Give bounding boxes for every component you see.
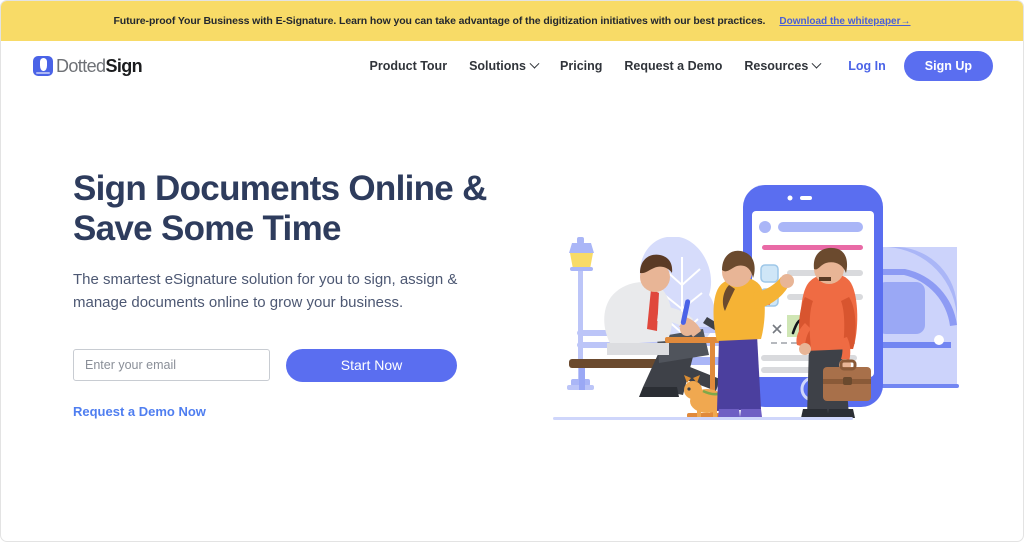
hero-copy: Sign Documents Online & Save Some Time T… — [1, 169, 501, 421]
hero-illustration-svg — [553, 185, 959, 420]
nav-label: Request a Demo — [624, 59, 723, 73]
nav-item-request-a-demo[interactable]: Request a Demo — [624, 59, 722, 73]
sign-up-button[interactable]: Sign Up — [903, 51, 993, 81]
promo-banner-text: Future-proof Your Business with E-Signat… — [113, 15, 766, 27]
nav-label: Pricing — [560, 59, 603, 73]
nav-label: Product Tour — [369, 59, 448, 73]
nav-item-product-tour[interactable]: Product Tour — [370, 59, 448, 73]
esignature-hero-illustration — [501, 169, 1023, 422]
auth-actions: Log In Sign Up — [848, 51, 993, 81]
log-in-link[interactable]: Log In — [848, 59, 886, 73]
hero-subtitle: The smartest eSignature solution for you… — [73, 271, 458, 312]
start-now-button[interactable]: Start Now — [286, 348, 457, 382]
email-input[interactable] — [73, 349, 270, 382]
nav-label: Resources — [744, 59, 809, 73]
chevron-down-icon — [529, 58, 540, 69]
nav-item-resources[interactable]: Resources — [744, 58, 822, 73]
page-title: Sign Documents Online & Save Some Time — [73, 169, 487, 248]
logo-wordmark: DottedSign — [56, 56, 143, 76]
nav-item-solutions[interactable]: Solutions — [469, 58, 540, 73]
browser-page: Future-proof Your Business with E-Signat… — [0, 0, 1024, 542]
dottedsign-pen-mark-icon — [33, 56, 53, 76]
logo-word-dotted: Dotted — [56, 56, 106, 76]
nav-item-pricing[interactable]: Pricing — [560, 59, 602, 73]
nav-label: Solutions — [469, 59, 527, 73]
promo-banner: Future-proof Your Business with E-Signat… — [1, 1, 1023, 41]
chevron-down-icon — [811, 58, 822, 69]
request-demo-now-link[interactable]: Request a Demo Now — [73, 404, 206, 419]
site-header: DottedSign Product Tour Solutions Pricin… — [1, 41, 1023, 91]
promo-whitepaper-link[interactable]: Download the whitepaper→ — [779, 16, 910, 27]
main-nav: Product Tour Solutions Pricing Request a… — [370, 58, 822, 73]
hero-cta-row: Start Now — [73, 348, 501, 382]
site-logo[interactable]: DottedSign — [33, 56, 143, 76]
logo-word-sign: Sign — [105, 56, 143, 76]
ground-line — [553, 417, 853, 420]
hero-section: Sign Documents Online & Save Some Time T… — [1, 91, 1023, 422]
